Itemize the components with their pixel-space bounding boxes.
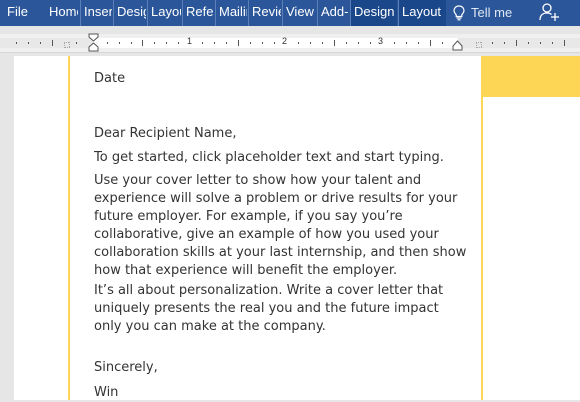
tab-add-ins[interactable]: Add-ins bbox=[317, 0, 349, 26]
share-person-icon[interactable] bbox=[538, 2, 560, 22]
body-line: experience will solve a problem or drive… bbox=[94, 191, 458, 206]
tab-view[interactable]: View bbox=[282, 0, 316, 26]
lightbulb-icon bbox=[453, 5, 465, 21]
tell-me-label: Tell me bbox=[471, 5, 513, 20]
closing-placeholder[interactable]: Sincerely, bbox=[94, 359, 464, 377]
ruler-number: 1 bbox=[187, 36, 193, 46]
tell-me-box[interactable]: Tell me bbox=[452, 0, 512, 26]
ribbon-tab-bar: File Home Insert Design Layout Reference… bbox=[0, 0, 580, 26]
body-line: only you can make at the company. bbox=[94, 319, 326, 334]
first-line-indent-marker-icon[interactable] bbox=[88, 33, 99, 53]
body-line: collaboration skills at your last intern… bbox=[94, 245, 467, 260]
horizontal-ruler: 1 2 3 bbox=[0, 36, 580, 48]
ruler-number: 2 bbox=[282, 36, 288, 46]
tab-table-layout[interactable]: Layout bbox=[398, 0, 446, 26]
tab-design[interactable]: Design bbox=[113, 0, 146, 26]
ruler-number: 3 bbox=[378, 36, 384, 46]
body-line: Use your cover letter to show how your t… bbox=[94, 173, 422, 188]
right-indent-marker-icon[interactable] bbox=[452, 40, 463, 52]
date-placeholder[interactable]: Date bbox=[94, 70, 464, 88]
ruler-text-area bbox=[93, 38, 458, 48]
tab-layout[interactable]: Layout bbox=[147, 0, 181, 26]
body-paragraph-1[interactable]: To get started, click placeholder text a… bbox=[94, 149, 464, 167]
body-line: future employer. For example, if you say… bbox=[94, 209, 403, 224]
body-line: To get started, click placeholder text a… bbox=[94, 150, 444, 165]
body-line: uniquely presents the real you and the f… bbox=[94, 301, 439, 316]
tab-home[interactable]: Home bbox=[46, 0, 78, 26]
salutation-placeholder[interactable]: Dear Recipient Name, bbox=[94, 125, 464, 143]
tab-insert[interactable]: Insert bbox=[80, 0, 112, 26]
tab-table-design[interactable]: Design bbox=[350, 0, 397, 26]
right-accent-line bbox=[481, 56, 483, 400]
horizontal-ruler-bar: 1 2 3 bbox=[0, 33, 580, 53]
column-marker-icon[interactable] bbox=[64, 42, 70, 48]
body-paragraph-2[interactable]: Use your cover letter to show how your t… bbox=[94, 172, 467, 280]
body-line: It’s all about personalization. Write a … bbox=[94, 283, 444, 298]
header-accent-block bbox=[483, 56, 580, 97]
column-marker-icon[interactable] bbox=[476, 42, 482, 48]
signature-name[interactable]: Win bbox=[94, 384, 464, 402]
tab-mailings[interactable]: Mailings bbox=[215, 0, 247, 26]
body-line: collaborative, give an example of how yo… bbox=[94, 227, 439, 242]
tab-file[interactable]: File bbox=[4, 0, 40, 26]
left-accent-line bbox=[68, 56, 70, 400]
tab-review[interactable]: Review bbox=[248, 0, 281, 26]
tab-references[interactable]: References bbox=[182, 0, 214, 26]
body-line: how that experience will benefit the emp… bbox=[94, 263, 398, 278]
body-paragraph-3[interactable]: It’s all about personalization. Write a … bbox=[94, 282, 464, 336]
